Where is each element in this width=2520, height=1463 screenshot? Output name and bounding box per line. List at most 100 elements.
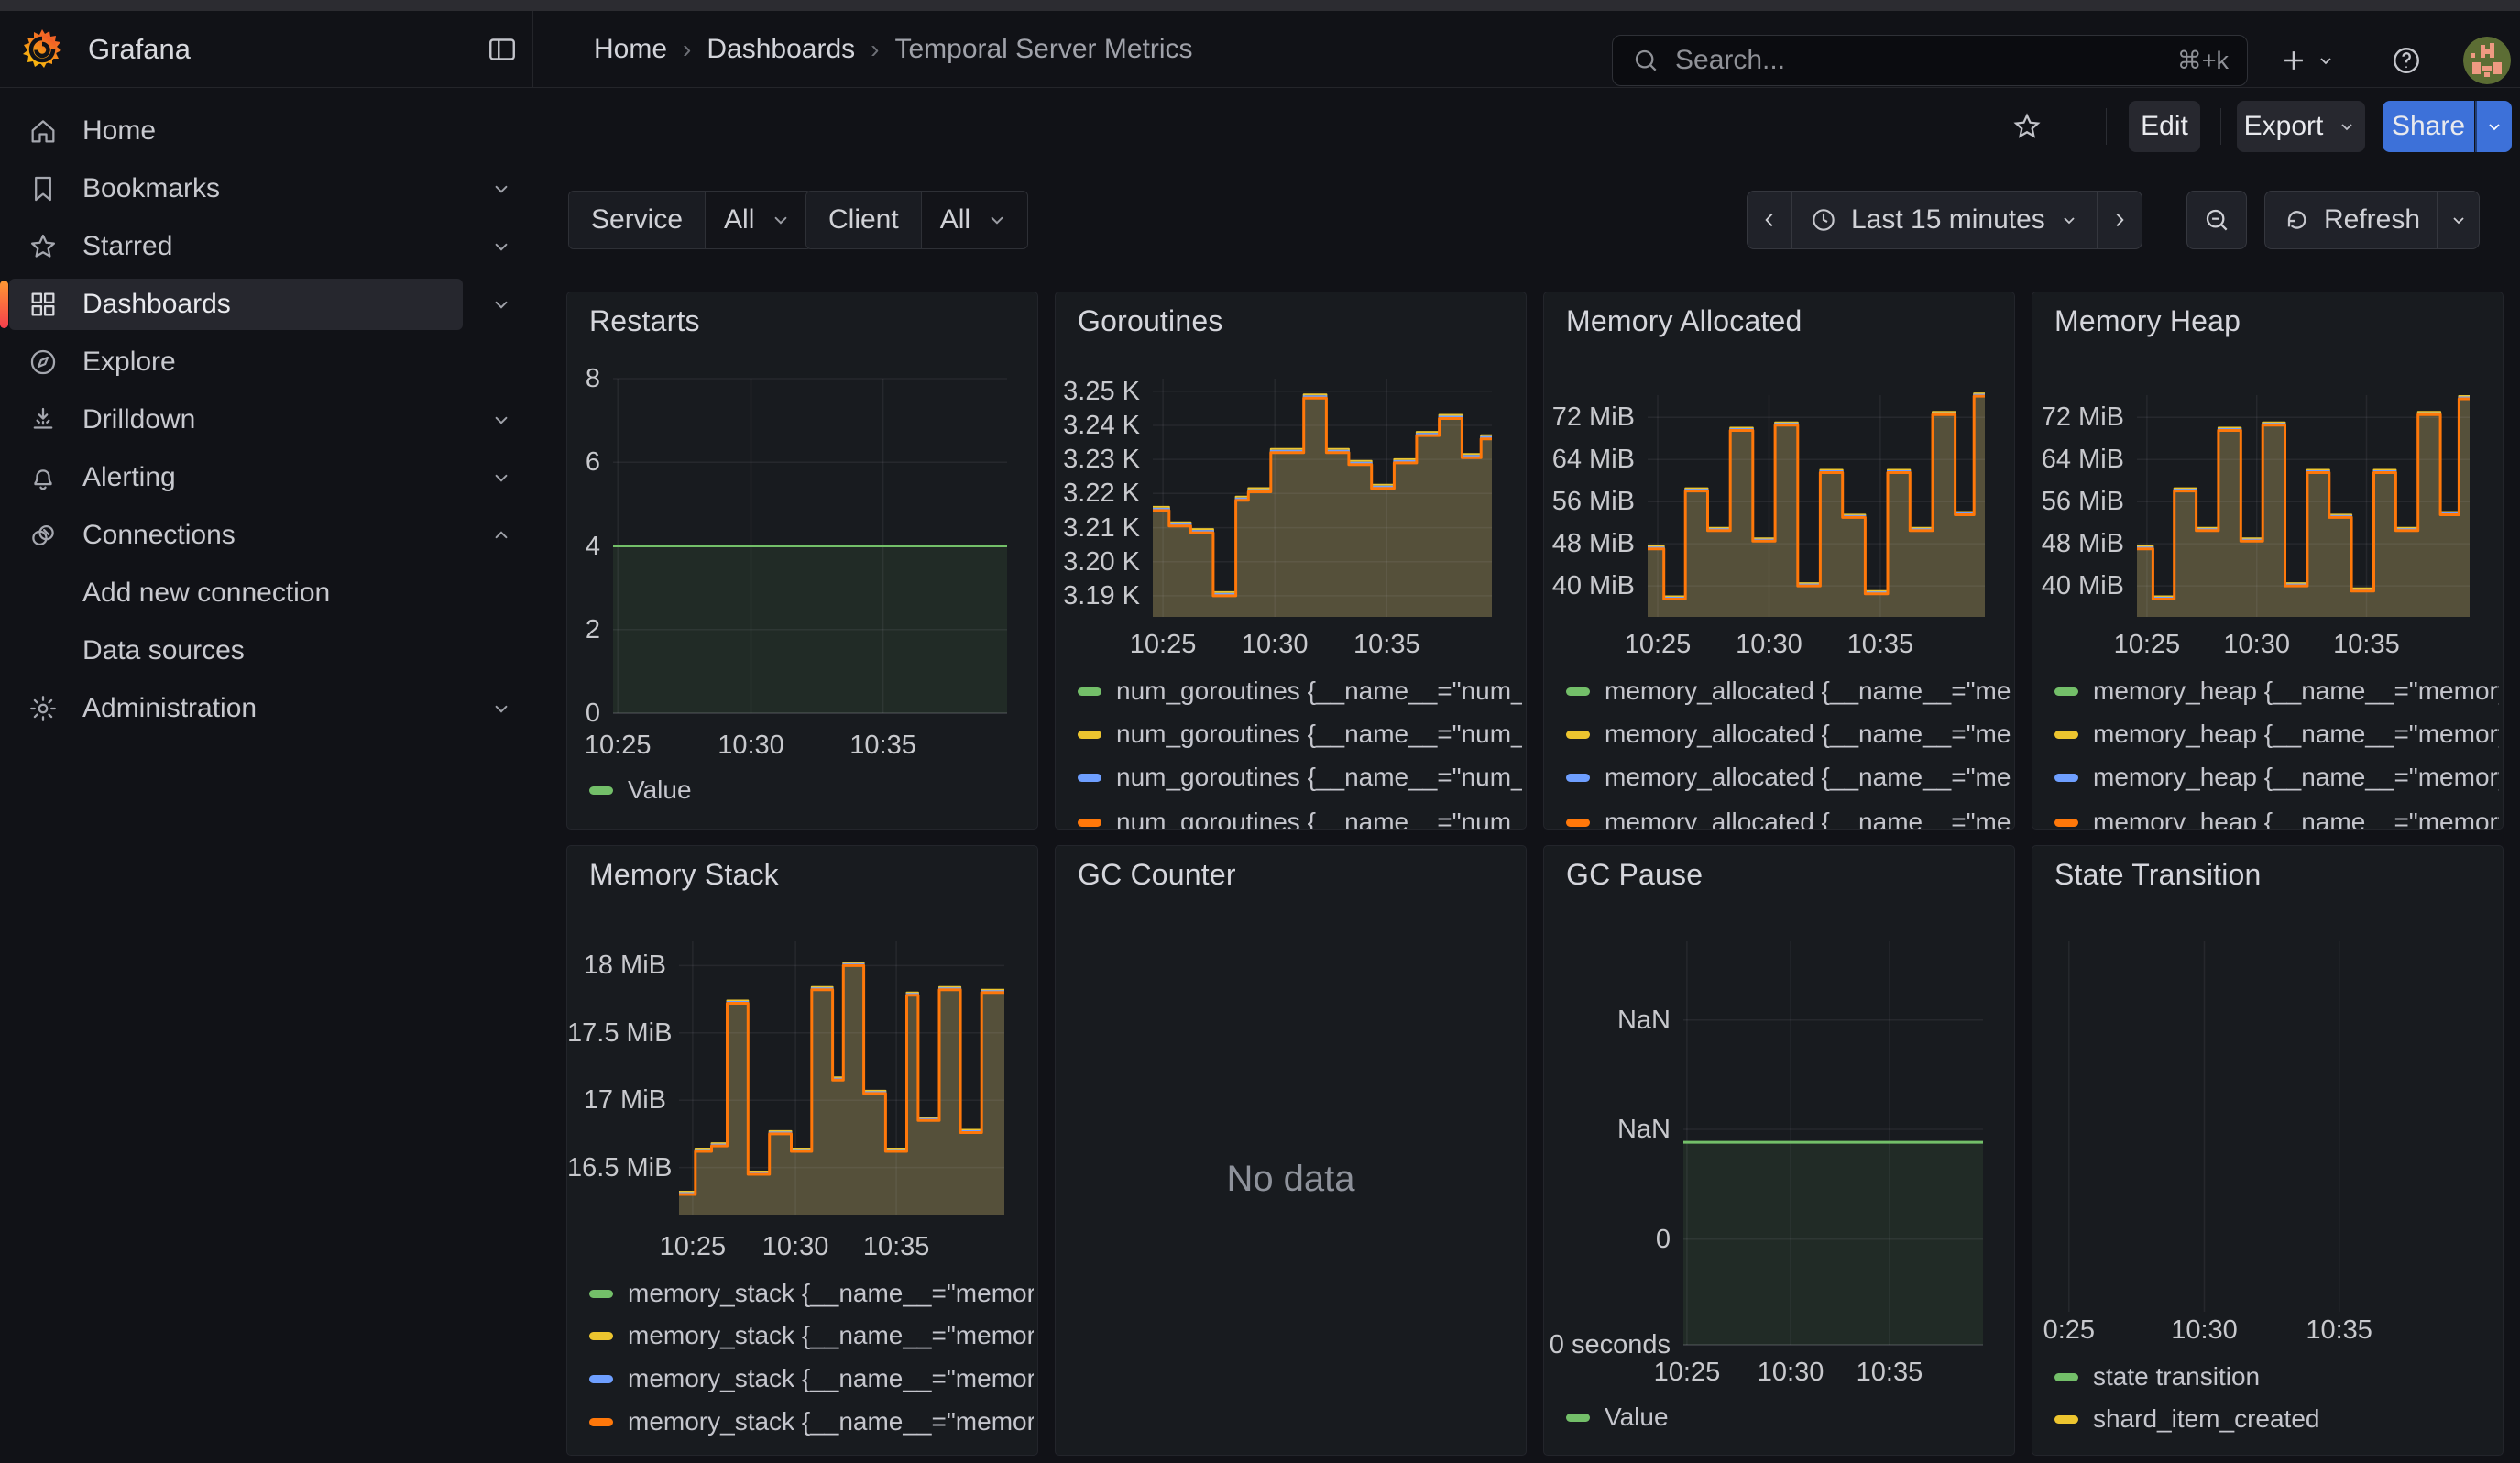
- legend-item[interactable]: num_goroutines {__name__="num_go: [1078, 808, 1522, 830]
- chevron-down-icon[interactable]: [489, 408, 513, 432]
- refresh-label: Refresh: [2324, 204, 2420, 236]
- legend-item[interactable]: memory_heap {__name__="memory_h: [2054, 720, 2499, 749]
- legend-item[interactable]: shard_item_created: [2054, 1404, 2499, 1434]
- dock-sidebar-icon[interactable]: [480, 28, 524, 72]
- legend-item[interactable]: memory_stack {__name__="memory_s: [589, 1279, 1034, 1308]
- refresh-interval-button[interactable]: [2437, 192, 2479, 248]
- x-axis-tick: 10:35: [1816, 1358, 1963, 1386]
- chart-plot-area[interactable]: [613, 379, 1007, 713]
- panel-title[interactable]: Memory Heap: [2054, 304, 2241, 338]
- filter-client-value[interactable]: All: [921, 192, 1027, 248]
- y-axis-tick: 0: [1544, 1226, 1671, 1253]
- legend-series-label: num_goroutines {__name__="num_go: [1116, 676, 1522, 706]
- legend-item[interactable]: Value: [1566, 1402, 2011, 1432]
- time-back-button[interactable]: [1748, 192, 1791, 248]
- chevron-down-icon[interactable]: [489, 235, 513, 258]
- legend-item[interactable]: memory_allocated {__name__="memo: [1566, 808, 2011, 830]
- chart-plot-area[interactable]: [2034, 941, 2503, 1312]
- sidebar-item-data-sources[interactable]: Data sources: [0, 625, 533, 676]
- grafana-app: Grafana Home›Dashboards›Temporal Server …: [0, 0, 2520, 1463]
- legend-item[interactable]: num_goroutines {__name__="num_go: [1078, 720, 1522, 749]
- main-content: Edit Export Share ServiceAllClientAll: [533, 88, 2520, 1463]
- chart-plot-area[interactable]: [1683, 941, 1983, 1345]
- apps-icon: [27, 289, 59, 320]
- legend-series-color: [1566, 731, 1590, 739]
- legend-series-label: num_goroutines {__name__="num_go: [1116, 808, 1522, 830]
- breadcrumb-item[interactable]: Dashboards: [707, 34, 855, 65]
- zoom-out-button[interactable]: [2186, 191, 2247, 249]
- share-menu-button[interactable]: [2475, 101, 2512, 152]
- legend-item[interactable]: memory_allocated {__name__="memo: [1566, 720, 2011, 749]
- legend-series-color: [2054, 1415, 2078, 1424]
- legend-item[interactable]: num_goroutines {__name__="num_go: [1078, 676, 1522, 706]
- legend-series-label: memory_stack {__name__="memory_s: [628, 1279, 1034, 1308]
- sidebar-item-starred[interactable]: Starred: [0, 221, 533, 272]
- edit-button[interactable]: Edit: [2129, 101, 2200, 152]
- legend-item[interactable]: memory_heap {__name__="memory_h: [2054, 676, 2499, 706]
- add-new-button[interactable]: [2271, 35, 2344, 86]
- user-avatar[interactable]: [2463, 37, 2511, 84]
- chart-plot-area[interactable]: [1648, 395, 1985, 617]
- sidebar-item-add-new-connection[interactable]: Add new connection: [0, 567, 533, 619]
- filter-service-value[interactable]: All: [705, 192, 811, 248]
- panel-title[interactable]: Goroutines: [1078, 304, 1223, 338]
- refresh-icon: [2282, 205, 2311, 235]
- panel-title[interactable]: GC Counter: [1078, 858, 1236, 892]
- legend-series-color: [2054, 688, 2078, 696]
- help-icon[interactable]: [2383, 35, 2430, 86]
- legend-item[interactable]: state transition: [2054, 1362, 2499, 1392]
- sidebar-item-bookmarks[interactable]: Bookmarks: [0, 163, 533, 214]
- sidebar-item-administration[interactable]: Administration: [0, 683, 533, 734]
- chart-plot-area[interactable]: [2137, 395, 2470, 617]
- favorite-star-icon[interactable]: [2005, 101, 2049, 152]
- chevron-down-icon[interactable]: [489, 466, 513, 490]
- panel-title[interactable]: Memory Allocated: [1566, 304, 1802, 338]
- chevron-down-icon: [2058, 209, 2080, 231]
- chart-plot-area[interactable]: [1153, 379, 1492, 617]
- chevron-down-icon[interactable]: [489, 177, 513, 201]
- legend-item[interactable]: memory_heap {__name__="memory_h: [2054, 763, 2499, 792]
- legend-item[interactable]: Value: [589, 776, 1034, 805]
- legend-item[interactable]: memory_stack {__name__="memory_s: [589, 1407, 1034, 1436]
- chevron-up-icon[interactable]: [489, 523, 513, 547]
- sidebar-item-home[interactable]: Home: [0, 105, 533, 157]
- legend-series-label: shard_item_created: [2093, 1404, 2319, 1434]
- panel-title[interactable]: Restarts: [589, 304, 700, 338]
- legend-item[interactable]: memory_stack {__name__="memory_s: [589, 1321, 1034, 1350]
- panel-title[interactable]: Memory Stack: [589, 858, 779, 892]
- share-button[interactable]: Share: [2383, 101, 2474, 152]
- sidebar-item-connections[interactable]: Connections: [0, 510, 533, 561]
- legend-item[interactable]: num_goroutines {__name__="num_go: [1078, 763, 1522, 792]
- sidebar-item-dashboards[interactable]: Dashboards: [0, 279, 533, 330]
- breadcrumb: Home›Dashboards›Temporal Server Metrics: [594, 11, 1193, 87]
- legend-series-color: [1566, 688, 1590, 696]
- legend-item[interactable]: memory_allocated {__name__="memo: [1566, 763, 2011, 792]
- legend-item[interactable]: memory_stack {__name__="memory_s: [589, 1364, 1034, 1393]
- breadcrumb-item[interactable]: Home: [594, 34, 667, 65]
- sidebar-item-drilldown[interactable]: Drilldown: [0, 394, 533, 446]
- time-forward-button[interactable]: [2097, 192, 2142, 248]
- chevron-down-icon[interactable]: [489, 697, 513, 720]
- search-input[interactable]: [1673, 44, 2177, 77]
- chart-plot-area[interactable]: [679, 941, 1004, 1215]
- gear-icon: [27, 693, 59, 724]
- time-range-controls: Last 15 minutes: [1747, 191, 2142, 249]
- search-box[interactable]: ⌘+k: [1612, 35, 2248, 86]
- y-axis-tick: 64 MiB: [1544, 446, 1635, 473]
- chevron-down-icon[interactable]: [489, 292, 513, 316]
- window-titlebar: [0, 0, 2520, 11]
- panel-title[interactable]: State Transition: [2054, 858, 2262, 892]
- legend-series-label: memory_allocated {__name__="memo: [1605, 676, 2011, 706]
- panel-title[interactable]: GC Pause: [1566, 858, 1703, 892]
- legend-item[interactable]: memory_heap {__name__="memory_h: [2054, 808, 2499, 830]
- export-button[interactable]: Export: [2237, 101, 2365, 152]
- time-range-picker[interactable]: Last 15 minutes: [1791, 192, 2097, 248]
- bookmark-icon: [27, 173, 59, 204]
- refresh-button[interactable]: Refresh: [2265, 192, 2437, 248]
- sidebar-item-alerting[interactable]: Alerting: [0, 452, 533, 503]
- sidebar-item-explore[interactable]: Explore: [0, 336, 533, 388]
- bell-icon: [27, 462, 59, 493]
- panel-gc-pause: GC Pause0 seconds0NaNNaN10:2510:3010:35V…: [1543, 845, 2015, 1456]
- legend-item[interactable]: memory_allocated {__name__="memo: [1566, 676, 2011, 706]
- y-axis-tick: 3.25 K: [1056, 378, 1140, 405]
